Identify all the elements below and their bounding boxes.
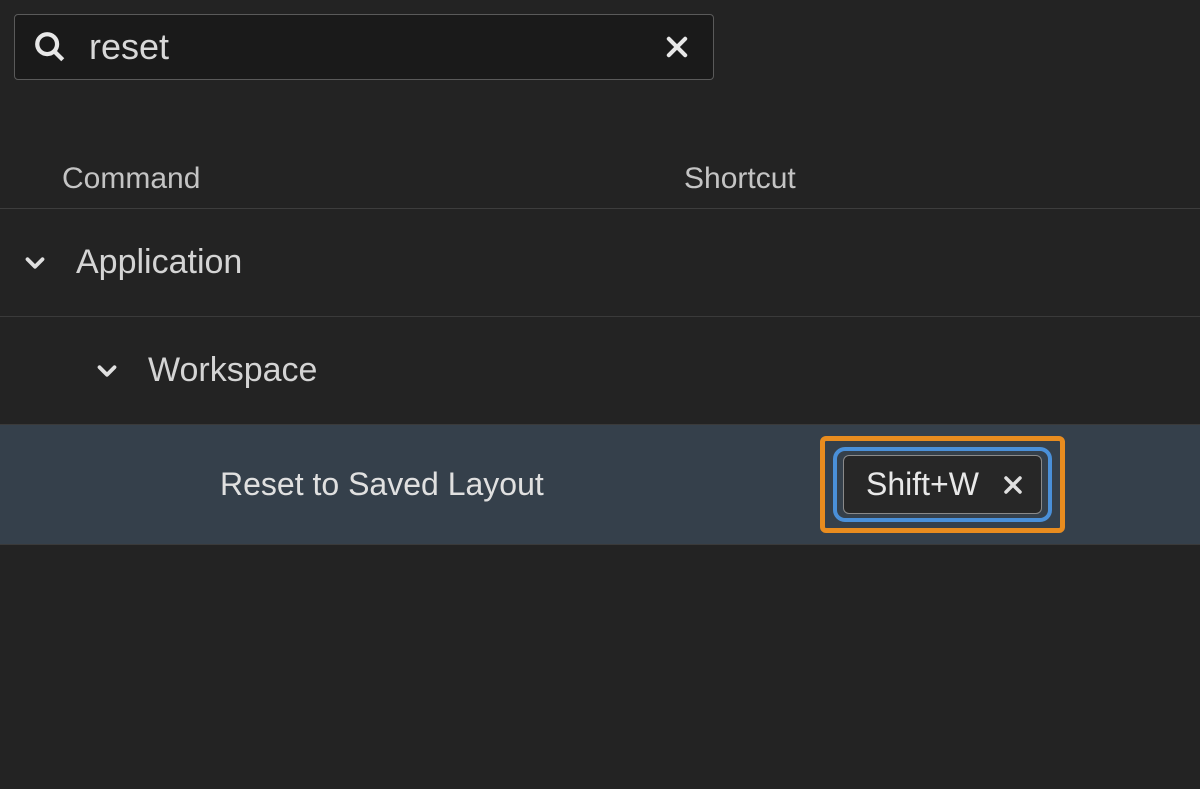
focus-ring: Shift+W [833, 447, 1052, 522]
search-clear-button[interactable] [659, 29, 695, 65]
search-container [14, 14, 714, 80]
tree-row-reset-to-saved[interactable]: Reset to Saved Layout Shift+W [0, 425, 1200, 545]
search-input[interactable] [89, 26, 659, 68]
tree-label-reset-to-saved: Reset to Saved Layout [0, 466, 820, 503]
shortcuts-table: Command Shortcut Application Workspace R… [0, 150, 1200, 545]
header-shortcut: Shortcut [684, 162, 796, 196]
shortcut-input[interactable]: Shift+W [843, 455, 1042, 514]
chevron-down-icon[interactable] [20, 248, 50, 278]
tree-row-application[interactable]: Application [0, 209, 1200, 317]
shortcut-clear-button[interactable] [1001, 473, 1025, 497]
header-command: Command [0, 162, 684, 196]
table-header: Command Shortcut [0, 150, 1200, 209]
search-icon [33, 30, 67, 64]
shortcut-text: Shift+W [866, 466, 979, 503]
shortcut-cell: Shift+W [820, 436, 1065, 533]
highlight-annotation: Shift+W [820, 436, 1065, 533]
tree-row-workspace[interactable]: Workspace [0, 317, 1200, 425]
tree-label-workspace: Workspace [148, 351, 317, 390]
tree-label-application: Application [76, 243, 242, 282]
chevron-down-icon[interactable] [92, 356, 122, 386]
